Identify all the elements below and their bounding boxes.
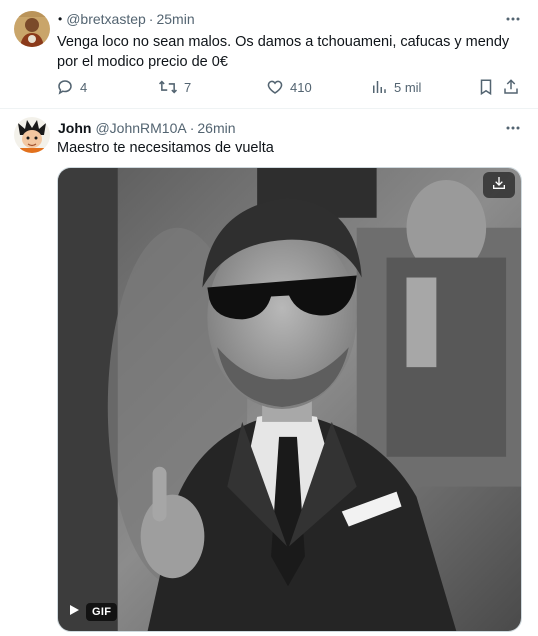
tweet-header: John @JohnRM10A · 26min xyxy=(58,118,522,138)
more-icon[interactable] xyxy=(504,10,522,28)
tweet-text: Maestro te necesitamos de vuelta xyxy=(57,140,274,156)
download-button[interactable] xyxy=(483,172,515,198)
gif-media[interactable]: GIF xyxy=(57,167,522,632)
timeline-feed: • @bretxastep · 25min Venga loco no sean… xyxy=(0,0,538,636)
retweet-icon xyxy=(158,78,178,96)
reply-button[interactable]: 4 xyxy=(56,76,87,98)
more-icon[interactable] xyxy=(504,119,522,137)
gif-controls: GIF xyxy=(66,603,118,621)
like-button[interactable]: 410 xyxy=(266,76,312,98)
retweet-count: 7 xyxy=(184,79,192,95)
share-button[interactable] xyxy=(502,76,520,98)
play-icon xyxy=(68,603,80,621)
timestamp[interactable]: 25min xyxy=(156,11,194,27)
timestamp[interactable]: 26min xyxy=(197,120,235,136)
separator: · xyxy=(148,11,154,27)
play-button[interactable] xyxy=(66,604,82,620)
views-count: 5 mil xyxy=(394,79,422,95)
retweet-button[interactable]: 7 xyxy=(158,76,191,98)
views-icon xyxy=(370,78,388,96)
gif-badge: GIF xyxy=(86,603,118,621)
reply-count: 4 xyxy=(80,79,88,95)
tweet[interactable]: John @JohnRM10A · 26min Maestro te neces… xyxy=(0,110,538,636)
download-icon xyxy=(491,175,507,196)
gif-image xyxy=(58,168,521,631)
share-icon xyxy=(502,78,520,96)
tweet[interactable]: • @bretxastep · 25min Venga loco no sean… xyxy=(0,0,538,109)
avatar-image xyxy=(14,117,50,153)
like-icon xyxy=(266,78,284,96)
name-bullet: • xyxy=(58,12,63,26)
tweet-text: Venga loco no sean malos. Os damos a tch… xyxy=(57,34,510,70)
bookmark-button[interactable] xyxy=(477,76,495,98)
tweet-header: • @bretxastep · 25min xyxy=(58,9,522,29)
avatar[interactable] xyxy=(14,11,50,47)
display-name[interactable]: John xyxy=(58,120,91,136)
avatar-image xyxy=(14,11,50,47)
user-handle[interactable]: @JohnRM10A xyxy=(95,120,186,136)
user-handle[interactable]: @bretxastep xyxy=(66,11,146,27)
separator: · xyxy=(189,120,195,136)
avatar[interactable] xyxy=(14,117,50,153)
views-button[interactable]: 5 mil xyxy=(370,76,421,98)
tweet-actions: 4 7 410 5 mil xyxy=(52,76,520,98)
like-count: 410 xyxy=(290,79,312,95)
reply-icon xyxy=(56,78,74,96)
bookmark-icon xyxy=(477,78,495,96)
